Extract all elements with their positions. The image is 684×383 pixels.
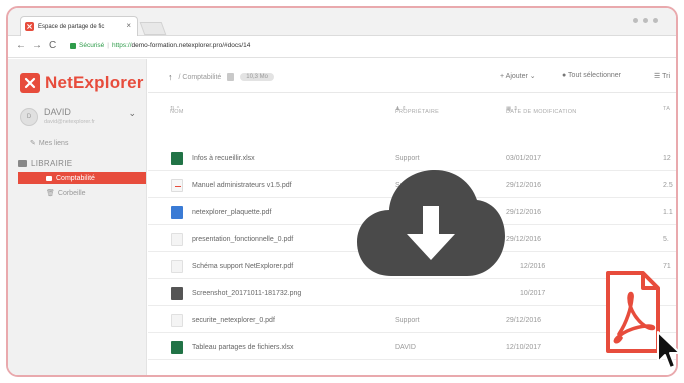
file-date: 29/12/2016 [506,317,542,324]
pdf-document-icon [606,271,660,353]
address-bar: ← → C Sécurisé | https:// demo-formation… [8,36,676,58]
column-header-date[interactable]: DATE DE MODIFICATION ▦ ⇕ [506,106,576,115]
breadcrumb: ↑ / Comptabilité 10,3 Mo [168,72,274,82]
avatar: D [20,108,38,126]
file-name: Schéma support NetExplorer.pdf [192,263,294,270]
add-button[interactable]: + Ajouter ⌄ [500,72,536,80]
file-size: 2.5 [663,182,673,189]
file-owner: Support [395,317,420,324]
user-name: DAVID [44,107,71,117]
browser-tab-bar: Espace de partage de fic × [8,8,676,36]
column-header-size[interactable]: TA [663,106,670,112]
xlsx-file-icon [171,152,183,165]
sidebar-section-label: LIBRAIRIE [31,159,73,168]
table-row[interactable]: Tableau partages de fichiers.xlsx DAVID … [148,334,676,360]
png-file-icon [171,287,183,300]
folder-icon [18,160,27,167]
file-size: 1.1 [663,209,673,216]
user-menu[interactable]: D DAVID david@netexplorer.fr ⌄ [20,105,138,131]
forward-arrow-icon[interactable]: → [32,41,42,51]
file-date: 29/12/2016 [506,236,542,243]
select-all-button[interactable]: ● Tout sélectionner [562,72,621,79]
mouse-cursor-icon [657,331,681,369]
url-field[interactable]: Sécurisé | https:// demo-formation.netex… [70,42,250,49]
url-scheme: https:// [112,42,132,49]
file-name: Screenshot_20171011-181732.png [192,290,302,297]
sidebar: NetExplorer D DAVID david@netexplorer.fr… [8,59,147,375]
favicon-icon [25,22,34,31]
chevron-down-icon[interactable]: ⌄ [128,108,136,119]
browser-tab[interactable]: Espace de partage de fic × [20,16,138,36]
file-name: netexplorer_plaquette.pdf [192,209,272,216]
link-icon: ✎ [30,140,36,147]
pdf-file-icon [171,233,183,246]
folder-icon [46,175,52,181]
netexplorer-logo-icon [20,73,40,93]
pdf-image-file-icon [171,206,183,219]
file-date: 12/2016 [520,263,546,270]
sidebar-item-my-links[interactable]: ✎ Mes liens [30,139,69,148]
pdf-file-icon [171,179,183,192]
close-tab-icon[interactable]: × [126,22,131,30]
sidebar-item-label: Mes liens [38,139,69,147]
folder-size-badge: 10,3 Mo [240,73,274,81]
toolbar: ↑ / Comptabilité 10,3 Mo + Ajouter ⌄ ● T… [148,59,676,93]
file-name: securite_netexplorer_0.pdf [192,317,275,324]
secure-label: Sécurisé [79,42,105,49]
browser-menu-icon[interactable] [633,18,658,23]
file-name: Manuel administrateurs v1.5.pdf [192,182,292,189]
trash-icon: 🗑 [46,190,55,197]
file-date: 03/01/2017 [506,155,542,162]
column-header-owner[interactable]: PROPRIÉTAIRE ♟ ⇕ [395,106,439,115]
lock-icon [70,42,76,49]
user-email: david@netexplorer.fr [44,119,95,125]
url-separator: | [107,42,109,49]
app-area: NetExplorer D DAVID david@netexplorer.fr… [8,59,676,375]
reload-icon[interactable]: C [49,41,56,51]
column-header-name[interactable]: NOM ⇅ ^ [170,106,183,115]
sort-button[interactable]: ☰ Tri [654,72,670,80]
cloud-download-icon [357,170,505,276]
up-arrow-icon[interactable]: ↑ [168,72,173,82]
sidebar-item-comptabilite[interactable]: Comptabilité [18,172,146,184]
table-row[interactable]: securite_netexplorer_0.pdf Support 29/12… [148,307,676,333]
sidebar-section-library[interactable]: LIBRAIRIE [18,159,72,168]
tab-title: Espace de partage de fic [38,23,105,30]
file-owner: Support [395,155,420,162]
browser-frame: Espace de partage de fic × ← → C Sécuris… [6,6,678,377]
breadcrumb-path[interactable]: / Comptabilité [179,74,222,81]
xlsx-file-icon [171,341,183,354]
file-date: 29/12/2016 [506,209,542,216]
file-size: 12 [663,155,671,162]
new-tab-button[interactable] [139,22,167,35]
brand-name: NetExplorer [45,73,144,92]
file-date: 10/2017 [520,290,546,297]
table-header: NOM ⇅ ^ PROPRIÉTAIRE ♟ ⇕ DATE DE MODIFIC… [148,103,676,117]
sidebar-item-label: Comptabilité [56,174,95,182]
sidebar-item-label: Corbeille [57,189,86,197]
copy-icon[interactable] [227,73,235,81]
sidebar-item-corbeille[interactable]: 🗑 Corbeille [46,189,86,198]
url-text: demo-formation.netexplorer.pro/#docs/14 [131,42,251,49]
file-size: 71 [663,263,671,270]
back-arrow-icon[interactable]: ← [16,41,26,51]
file-date: 12/10/2017 [506,344,542,351]
pdf-file-icon [171,314,183,327]
file-name: Tableau partages de fichiers.xlsx [192,344,294,351]
brand-logo[interactable]: NetExplorer [20,73,144,93]
file-date: 29/12/2016 [506,182,542,189]
file-name: Infos à recueillir.xlsx [192,155,255,162]
table-row[interactable]: Screenshot_20171011-181732.png 10/2017 [148,280,676,306]
file-name: presentation_fonctionnelle_0.pdf [192,236,294,243]
pdf-file-icon [171,260,183,273]
file-size: 5. [663,236,669,243]
file-owner: DAVID [395,344,416,351]
